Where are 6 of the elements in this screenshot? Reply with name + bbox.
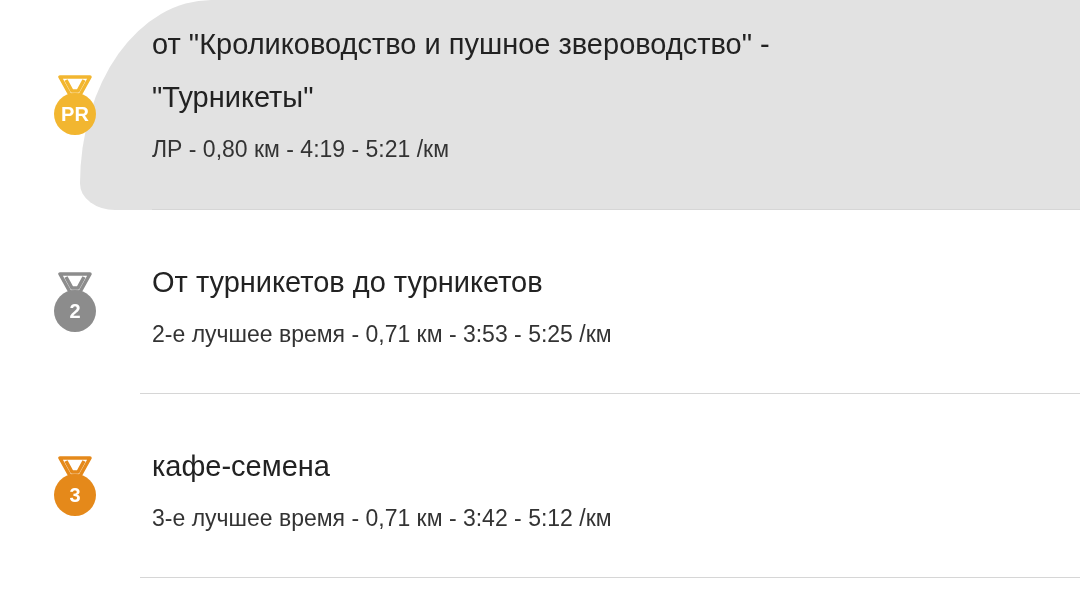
segment-title: от "Кролиководство и пушное звероводство" - "Турникеты" [152,27,771,115]
segment-details: 3-е лучшее время - 0,71 км - 3:42 - 5:12 /км [152,504,613,532]
segment-details: ЛР - 0,80 км - 4:19 - 5:21 /км [152,136,450,163]
segment-title: кафе-семена [152,448,331,484]
segment-details: 2-е лучшее время - 0,71 км - 3:53 - 5:25 /км [152,320,613,348]
segment-title: От турникетов до турникетов [152,264,544,300]
